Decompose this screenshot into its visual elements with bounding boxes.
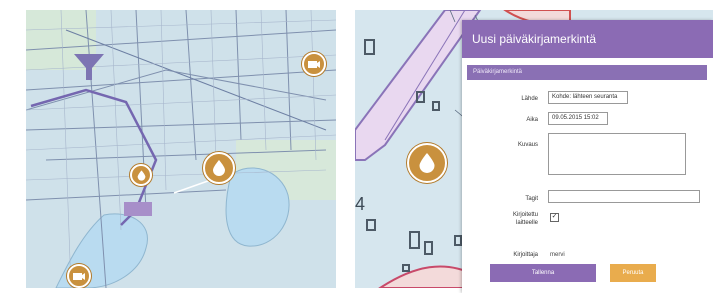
time-field[interactable]: 09.05.2015 15:02 — [548, 112, 608, 125]
written-label: Kirjoitettu laitteelle — [512, 212, 538, 226]
water-drop-marker-right[interactable] — [407, 143, 447, 183]
left-map-panel[interactable] — [26, 10, 336, 288]
description-label: Kuvaus — [517, 142, 538, 148]
svg-text:4: 4 — [355, 194, 365, 214]
funnel-icon[interactable] — [74, 52, 104, 82]
category-field[interactable]: Kohde: lähteen seuranta — [548, 91, 628, 104]
camera-marker-top-right[interactable] — [302, 52, 326, 76]
water-drop-marker-large[interactable] — [203, 152, 235, 184]
water-drop-icon — [137, 169, 145, 181]
camera-icon — [308, 60, 320, 68]
water-drop-marker-small[interactable] — [130, 164, 152, 186]
category-label: Lähde — [521, 96, 538, 102]
left-map-canvas[interactable] — [26, 10, 336, 288]
description-textarea[interactable] — [548, 133, 686, 175]
save-button[interactable]: Tallenna — [490, 264, 596, 282]
camera-icon — [73, 272, 85, 280]
author-label: Kirjoittaja — [513, 252, 538, 258]
water-drop-icon — [213, 160, 225, 176]
tags-label: Tagit — [525, 196, 538, 202]
section-title: Päiväkirjamerkintä — [467, 65, 707, 80]
camera-marker-bottom-left[interactable] — [67, 264, 91, 288]
cancel-button[interactable]: Peruuta — [610, 264, 656, 282]
water-drop-icon — [419, 153, 435, 173]
written-checkbox[interactable]: ✓ — [550, 213, 559, 222]
tags-field[interactable] — [548, 190, 700, 203]
author-value: mervi — [550, 252, 565, 258]
time-label: Aika — [526, 117, 538, 123]
dialog-title: Uusi päiväkirjamerkintä — [462, 20, 713, 58]
